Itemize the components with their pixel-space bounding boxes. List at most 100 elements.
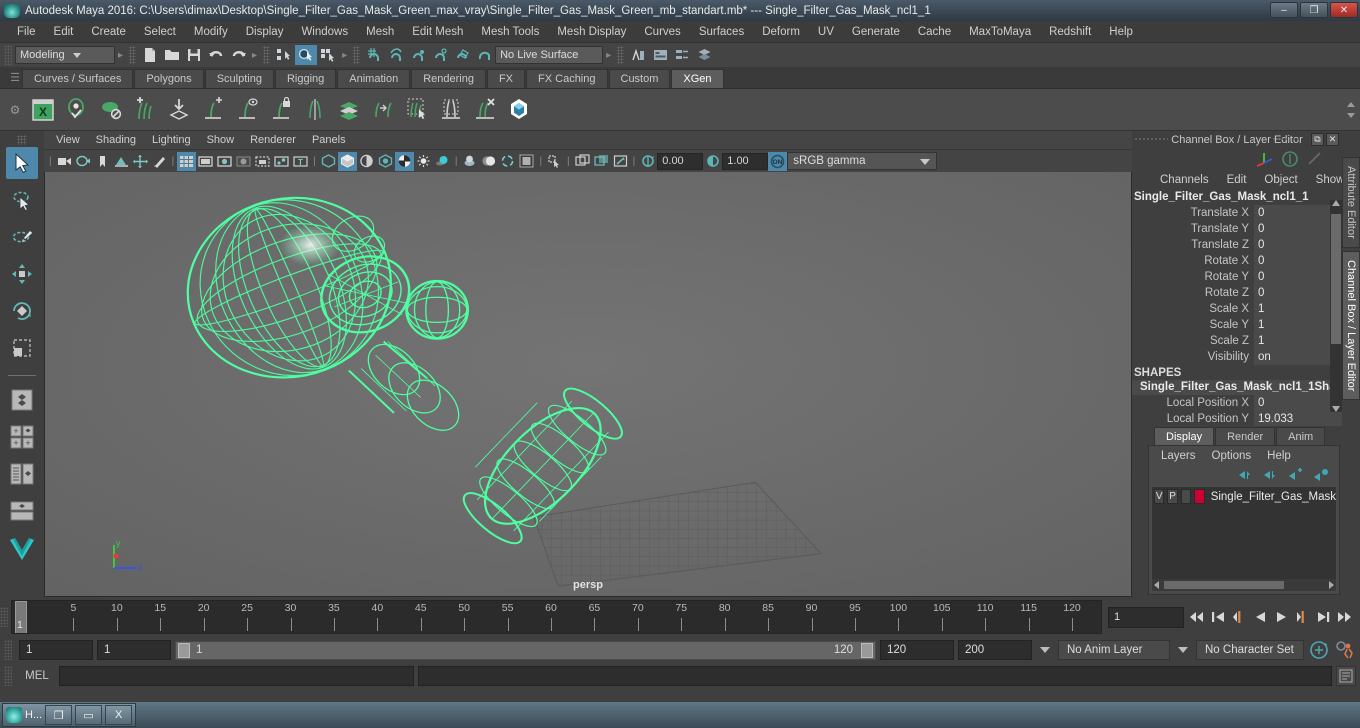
statusline-collapse-3[interactable]: ▸ [339, 50, 350, 61]
smooth-preview-icon[interactable] [545, 152, 564, 171]
shelf-scroll-controls[interactable] [1344, 89, 1358, 131]
shelf-tab-custom[interactable]: Custom [608, 69, 671, 88]
gamma-icon[interactable] [703, 152, 722, 171]
cb-value[interactable]: 0 [1254, 237, 1342, 253]
tool-select[interactable] [6, 147, 38, 179]
cb-menu-channels[interactable]: Channels [1152, 174, 1217, 186]
shelf-handle-icon[interactable]: ☰ [8, 66, 22, 88]
cb-value[interactable]: 1 [1254, 317, 1342, 333]
minimize-button[interactable]: – [1270, 2, 1298, 18]
xray-joints-icon[interactable] [479, 152, 498, 171]
layer-row[interactable]: V P Single_Filter_Gas_Mask [1152, 487, 1336, 506]
make-live-icon[interactable] [473, 45, 495, 65]
exposure-icon[interactable] [638, 152, 657, 171]
snap-to-curve-icon[interactable] [385, 45, 407, 65]
layer-horizontal-scrollbar[interactable] [1152, 579, 1336, 591]
xgen-delete-guides-icon[interactable] [468, 93, 502, 127]
render-snapshot-icon[interactable] [592, 152, 611, 171]
color-management-toggle-icon[interactable]: ON [768, 151, 788, 171]
new-scene-icon[interactable] [139, 45, 161, 65]
use-default-material-icon[interactable] [376, 152, 395, 171]
taskbar-app-item[interactable]: H... ❐ ▭ X [2, 703, 137, 727]
texture-toggle-icon[interactable]: T [291, 152, 310, 171]
layer-menu-options[interactable]: Options [1204, 450, 1260, 462]
panel-grip-left[interactable] [1134, 137, 1168, 142]
statusline-collapse-4[interactable]: ▸ [603, 50, 614, 61]
redo-icon[interactable] [227, 45, 249, 65]
cb-row-scale-z[interactable]: Scale Z 1 [1132, 333, 1342, 349]
play-backwards-button[interactable] [1251, 606, 1270, 628]
isolate-select-icon[interactable] [460, 152, 479, 171]
character-set-field[interactable]: No Character Set [1196, 640, 1304, 660]
move-layer-up-icon[interactable] [1238, 468, 1254, 482]
snap-to-point-icon[interactable] [407, 45, 429, 65]
undo-icon[interactable] [205, 45, 227, 65]
layer-playback-toggle[interactable]: P [1167, 489, 1178, 504]
xgen-mirror-guides-icon[interactable] [298, 93, 332, 127]
shelf-tab-fx-caching[interactable]: FX Caching [526, 69, 608, 88]
bookmark-icon[interactable] [93, 152, 112, 171]
cb-value[interactable]: 0 [1254, 253, 1342, 269]
shadows-icon[interactable] [433, 152, 452, 171]
render-view-icon[interactable] [649, 45, 671, 65]
menu-edit-mesh[interactable]: Edit Mesh [403, 21, 472, 43]
panel-close-button[interactable]: ✕ [1326, 133, 1339, 146]
tab-display[interactable]: Display [1154, 427, 1215, 445]
gate-mask-icon[interactable] [234, 152, 253, 171]
menu-file[interactable]: File [8, 21, 45, 43]
tool-lasso-select[interactable] [6, 184, 38, 216]
xgen-lock-guide-icon[interactable] [264, 93, 298, 127]
snap-to-projected-center-icon[interactable] [429, 45, 451, 65]
range-slider[interactable]: 1 120 [175, 640, 876, 660]
image-plane-icon[interactable] [112, 152, 131, 171]
statusline-grip-2[interactable] [129, 46, 137, 64]
step-forward-keyframe-button[interactable] [1314, 606, 1333, 628]
cb-row-visibility[interactable]: Visibility on [1132, 349, 1342, 365]
xgen-window-icon[interactable]: X [26, 93, 60, 127]
side-tab-channel-box[interactable]: Channel Box / Layer Editor [1342, 250, 1360, 401]
h-scroll-thumb[interactable] [1164, 581, 1284, 589]
menu-redshift[interactable]: Redshift [1040, 21, 1100, 43]
layout-hypershade-persp[interactable] [6, 495, 38, 527]
menu-create[interactable]: Create [82, 21, 135, 43]
shelf-options-gear-icon[interactable]: ⚙ [4, 90, 26, 130]
cb-row-rotate-z[interactable]: Rotate Z 0 [1132, 285, 1342, 301]
cb-menu-object[interactable]: Object [1256, 174, 1305, 186]
step-back-keyframe-button[interactable] [1209, 606, 1228, 628]
cb-row-translate-x[interactable]: Translate X 0 [1132, 205, 1342, 221]
xgen-layers-icon[interactable] [332, 93, 366, 127]
menu-mesh-display[interactable]: Mesh Display [548, 21, 635, 43]
side-tab-attribute-editor[interactable]: Attribute Editor [1342, 157, 1360, 248]
menu-mesh-tools[interactable]: Mesh Tools [472, 21, 548, 43]
menu-edit[interactable]: Edit [45, 21, 83, 43]
xgen-add-description-icon[interactable] [128, 93, 162, 127]
select-camera-icon[interactable] [55, 152, 74, 171]
select-by-object-type-icon[interactable] [295, 45, 318, 65]
menu-display[interactable]: Display [237, 21, 293, 43]
statusline-grip[interactable] [4, 45, 12, 65]
shelf-scroll-down-icon[interactable] [1347, 113, 1355, 118]
grease-pencil-icon[interactable] [150, 152, 169, 171]
cb-value[interactable]: 1 [1254, 301, 1342, 317]
show-hide-history-icon[interactable] [627, 45, 649, 65]
open-scene-icon[interactable] [161, 45, 183, 65]
menu-generate[interactable]: Generate [843, 21, 909, 43]
xgen-convert-to-interactive-icon[interactable] [366, 93, 400, 127]
channel-box-scrollbar[interactable] [1330, 200, 1342, 412]
camera-attributes-icon[interactable] [74, 152, 93, 171]
viewport-3d[interactable]: y z persp [44, 172, 1132, 597]
create-layer-from-selected-icon[interactable] [1313, 468, 1329, 482]
maximize-button[interactable]: ❐ [1300, 2, 1328, 18]
anim-layer-field[interactable]: No Anim Layer [1058, 640, 1170, 660]
shelf-tab-xgen[interactable]: XGen [671, 69, 724, 88]
exposure-field[interactable]: 0.00 [657, 152, 704, 170]
step-back-frame-button[interactable] [1230, 606, 1249, 628]
menu-modify[interactable]: Modify [185, 21, 237, 43]
statusline-collapse-2[interactable]: ▸ [249, 50, 260, 61]
command-language-label[interactable]: MEL [19, 670, 55, 682]
color-profile-selector[interactable]: sRGB gamma [787, 152, 938, 170]
layer-visibility-toggle[interactable]: V [1154, 489, 1165, 504]
shelf-tab-curves-surfaces[interactable]: Curves / Surfaces [22, 69, 134, 88]
menu-windows[interactable]: Windows [292, 21, 357, 43]
shade-smooth-wire-icon[interactable] [357, 152, 376, 171]
